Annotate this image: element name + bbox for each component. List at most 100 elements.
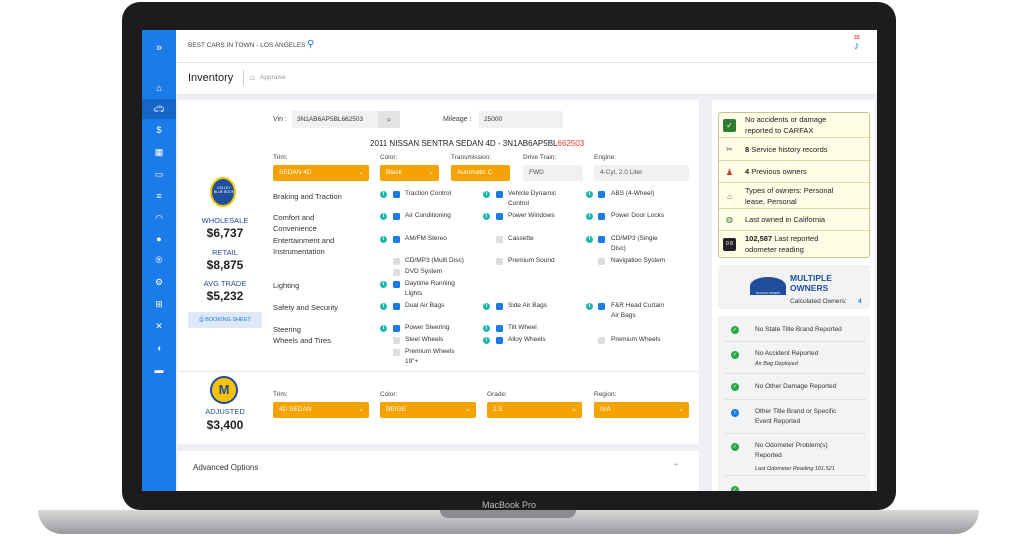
cassette-checkbox[interactable] [496,236,503,243]
house-icon: ⌂ [727,192,732,201]
check-circle-icon: ✓ [731,443,739,451]
option-steel-wheels: Steel Wheels [405,336,444,343]
abs-checkbox[interactable] [598,191,605,198]
notification-count: 33 [854,35,860,41]
info-icon[interactable]: i [380,191,387,198]
registered-icon[interactable]: ® [142,250,176,270]
trim-select[interactable]: SEDAN 4D ⌄ [273,165,369,181]
vin-icon[interactable]: ▭ [142,164,176,184]
booking-sheet-button[interactable]: ⎙ BOOKING SHEET [188,312,262,328]
manheim-grade-select[interactable]: 2.5 ⌄ [487,402,582,418]
cd-single-checkbox[interactable] [598,236,605,243]
carfax-row: ⌂ Types of owners: Personal lease, Person… [719,183,871,209]
carfax-row: 0 8 102,587 Last reported odometer readin… [719,231,871,258]
info-icon[interactable]: i [483,337,490,344]
vin-input[interactable]: 3N1AB6AP5BL662503 [292,111,378,128]
info-icon[interactable]: i [380,213,387,220]
manheim-color-select[interactable]: BEIGE ⌄ [380,402,476,418]
info-icon[interactable]: i [483,303,490,310]
power-windows-checkbox[interactable] [496,213,503,220]
sitemap-icon[interactable]: ⊞ [142,294,176,314]
curtain-airbags-checkbox[interactable] [598,303,605,310]
amfm-checkbox[interactable] [393,236,400,243]
owners-icon: ♟ [725,168,734,177]
option-tilt-wheel: Tilt Wheel [508,324,537,331]
expand-icon[interactable]: » [142,38,176,58]
info-icon[interactable]: i [586,213,593,220]
cogs-icon[interactable]: ⚙ [142,272,176,292]
manheim-trim-label: Trim: [273,391,288,398]
dollar-icon[interactable]: $ [142,120,176,140]
option-navigation: Navigation System [611,257,666,264]
category-convenience: Convenience [273,224,317,233]
info-icon[interactable]: i [380,325,387,332]
info-icon[interactable]: i [483,191,490,198]
color-select[interactable]: Black ⌄ [380,165,439,181]
info-icon[interactable]: i [380,281,387,288]
manheim-logo-icon: M [210,376,238,404]
chat-icon[interactable]: ● [142,229,176,249]
color-value: Black [386,169,402,176]
info-icon[interactable]: i [483,325,490,332]
calculator-icon[interactable]: ▦ [142,142,176,162]
carfax-text: Service history records [749,145,828,154]
alloy-wheels-checkbox[interactable] [496,337,503,344]
navigation-checkbox[interactable] [598,258,605,265]
wrench-icon[interactable]: ✕ [142,316,176,336]
history-text: No Other Damage Reported [755,383,837,390]
breadcrumb[interactable]: Appraise [260,74,286,81]
globe-icon: ◍ [726,215,733,224]
carfax-row-text: Last owned in California [745,214,825,225]
vin-label: Vin : [273,116,287,123]
history-text: No Accident Reported [755,350,819,357]
home-icon[interactable]: ⌂ [142,78,176,98]
premium-sound-checkbox[interactable] [496,258,503,265]
cd-multi-checkbox[interactable] [393,258,400,265]
mileage-input[interactable]: 25000 [479,111,563,128]
retail-value: $8,875 [206,258,244,272]
document-icon[interactable]: ≡ [142,186,176,206]
vin-search-button[interactable]: ⌕ [378,111,400,128]
tilt-wheel-checkbox[interactable] [496,325,503,332]
home-breadcrumb-icon[interactable]: ⌂ [250,73,255,82]
info-icon[interactable]: i [586,236,593,243]
category-safety: Safety and Security [273,303,339,312]
transmission-select[interactable]: Automatic C [451,165,510,181]
traction-control-checkbox[interactable] [393,191,400,198]
carfax-text: reported to CARFAX [745,126,814,135]
info-icon[interactable]: i [380,303,387,310]
gauge-icon[interactable]: ◠ [142,208,176,228]
option-abs: ABS (4-Wheel) [611,190,655,197]
mileage-label: Mileage : [443,116,472,123]
chevron-down-icon: ⌄ [678,406,684,413]
vdc-checkbox[interactable] [496,191,503,198]
power-steering-checkbox[interactable] [393,325,400,332]
side-airbags-checkbox[interactable] [496,303,503,310]
steel-wheels-checkbox[interactable] [393,337,400,344]
info-icon[interactable]: i [586,303,593,310]
chevron-up-icon[interactable]: ⌃ [672,462,680,473]
category-instrumentation: Instrumentation [273,247,325,256]
piggy-icon[interactable]: ◖ [142,338,176,358]
power-door-locks-checkbox[interactable] [598,213,605,220]
premium-wheels-checkbox[interactable] [598,337,605,344]
engine-label: Engine: [594,154,617,161]
bell-icon[interactable]: ♪ [854,40,860,52]
multiple-owners-title-2: OWNERS [790,283,829,293]
car-icon[interactable]: 🚗︎ [142,99,176,119]
dealer-name[interactable]: BEST CARS IN TOWN - LOS ANGELES [188,42,305,49]
ac-checkbox[interactable] [393,213,400,220]
manheim-region-select[interactable]: N/A ⌄ [594,402,689,418]
advanced-options-label[interactable]: Advanced Options [193,463,258,472]
booking-sheet-label: BOOKING SHEET [205,317,251,323]
info-icon[interactable]: i [380,236,387,243]
info-icon[interactable]: i [586,191,593,198]
info-icon[interactable]: i [483,213,490,220]
card-icon[interactable]: ▬ [142,360,176,380]
dvd-checkbox[interactable] [393,269,400,276]
premium-wheels-19-checkbox[interactable] [393,349,400,356]
drl-checkbox[interactable] [393,281,400,288]
dual-airbags-checkbox[interactable] [393,303,400,310]
check-circle-icon: ✓ [731,486,739,491]
manheim-trim-select[interactable]: 4D SEDAN ⌄ [273,402,369,418]
